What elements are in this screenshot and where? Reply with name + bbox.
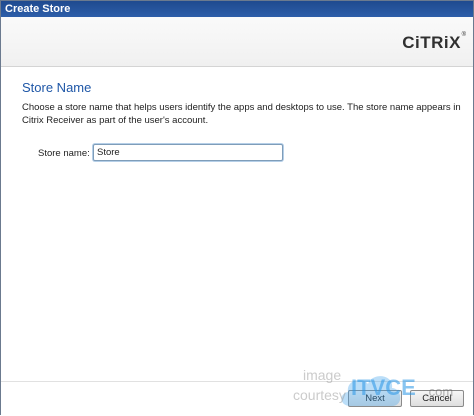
footer-bar (1, 381, 473, 416)
cancel-button[interactable]: Cancel (410, 390, 464, 407)
window-title: Create Store (5, 3, 71, 15)
store-name-label: Store name: (38, 148, 90, 159)
page-description: Choose a store name that helps users ide… (22, 102, 461, 126)
page-title: Store Name (22, 80, 92, 95)
next-button[interactable]: Next (348, 390, 402, 407)
create-store-window: Create Store CiTRiX ® Store Name Choose … (0, 0, 474, 416)
title-bar[interactable]: Create Store (1, 1, 473, 17)
store-name-input[interactable] (93, 144, 283, 161)
citrix-logo: CiTRiX (402, 33, 461, 52)
registered-mark: ® (461, 32, 466, 38)
